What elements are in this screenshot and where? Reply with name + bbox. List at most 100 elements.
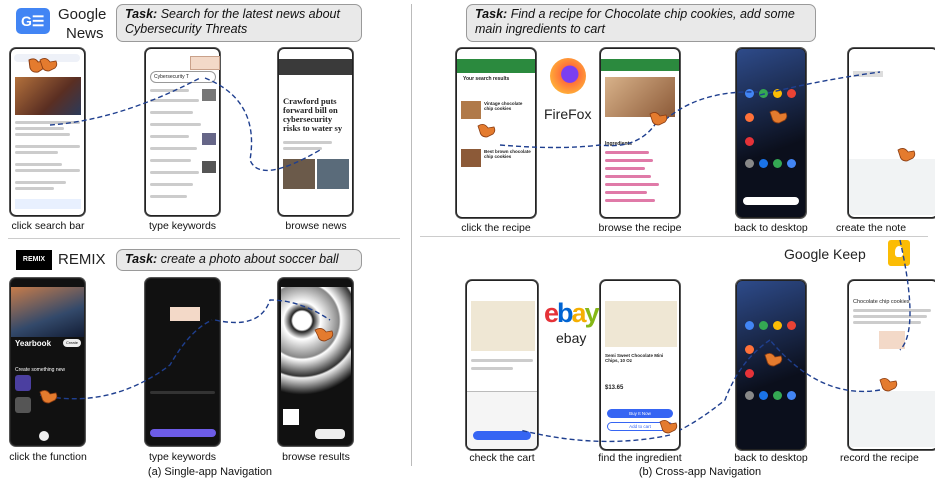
thumb <box>202 161 216 173</box>
cross-app-task-box: Task: Find a recipe for Chocolate chip c… <box>466 4 816 42</box>
task-label: Task: <box>125 252 158 266</box>
search-widget[interactable] <box>743 197 799 205</box>
tap-hand-icon <box>26 56 48 74</box>
remix-app-name: REMIX <box>58 251 106 268</box>
search-input[interactable]: Cybersecurity T <box>150 71 216 83</box>
photo <box>317 159 349 189</box>
add-icon[interactable] <box>39 431 49 441</box>
logo-letter: e <box>544 298 559 328</box>
google-news-app-name: Google <box>58 6 107 23</box>
section-title: Create something new <box>15 367 66 373</box>
gn-phone-article: Crawford puts forward bill on cybersecur… <box>278 48 353 216</box>
add-to-cart-button[interactable]: Add to cart <box>607 422 673 431</box>
task-label: Task: <box>475 7 508 21</box>
step-caption: browse the recipe <box>598 222 682 234</box>
results-header: Your search results <box>463 76 510 82</box>
ebay-phone-cart <box>466 280 538 450</box>
logo-letter: y <box>584 298 600 328</box>
ingredients-label: Ingredients <box>605 141 632 147</box>
ff-phone-recipe: Ingredients <box>600 48 680 218</box>
ebay-logo-icon: ebay <box>544 298 600 329</box>
create-button[interactable]: Create <box>63 339 81 347</box>
product-image <box>605 301 677 347</box>
function-card-icon[interactable] <box>15 375 31 391</box>
qr-code-icon <box>283 409 299 425</box>
step-caption: create the note <box>836 222 907 234</box>
ebay-app-name: ebay <box>556 330 587 346</box>
keyboard[interactable] <box>849 391 935 447</box>
keep-app-name: Google Keep <box>784 246 866 262</box>
recipe-thumb[interactable] <box>461 101 481 119</box>
step-caption: click the function <box>9 451 87 463</box>
caption-b: (b) Cross-app Navigation <box>638 466 762 478</box>
site-header <box>457 59 535 73</box>
product-price: $13.65 <box>605 385 624 391</box>
task-text: Find a recipe for Chocolate chip cookies… <box>475 7 795 36</box>
google-news-app-name-2: News <box>66 25 104 42</box>
logo-letter: b <box>557 298 573 328</box>
desktop-phone-2 <box>736 280 806 450</box>
recipe-title-2[interactable]: Best brown chocolate chip cookies <box>484 149 532 159</box>
function-card-icon[interactable] <box>15 397 31 413</box>
google-news-logo-letters: G☰ <box>21 13 45 29</box>
recipe-thumb[interactable] <box>461 149 481 167</box>
keep-phone-new <box>848 48 935 218</box>
step-caption: browse results <box>282 451 350 463</box>
step-caption: click search bar <box>11 220 85 232</box>
title-field <box>853 71 883 77</box>
site-header <box>601 59 679 71</box>
step-caption: click the recipe <box>461 222 531 234</box>
recipe-title-1[interactable]: Vintage chocolate chip cookies <box>484 101 532 111</box>
bottom-nav[interactable] <box>15 199 81 209</box>
keyboard-typing-highlight <box>190 56 220 70</box>
step-caption: back to desktop <box>734 452 808 464</box>
remix-phone-home: Yearbook Create Create something new <box>10 278 85 446</box>
gn-phone-search: Cybersecurity T <box>145 48 220 216</box>
hero-image <box>11 287 84 337</box>
cart-sheet <box>467 391 537 449</box>
generate-button[interactable] <box>150 429 216 437</box>
next-button[interactable] <box>315 429 345 439</box>
task-label: Task: <box>125 7 158 21</box>
firefox-logo-icon <box>550 58 586 94</box>
keyboard[interactable] <box>849 159 935 215</box>
photo <box>283 159 315 189</box>
thumb <box>202 89 216 101</box>
google-news-logo-icon: G☰ <box>16 8 50 34</box>
article-masthead <box>279 59 352 75</box>
step-caption: type keywords <box>148 451 217 463</box>
buy-now-button[interactable]: Buy It Now <box>607 409 673 418</box>
article-headline: Crawford puts forward bill on cybersecur… <box>283 96 343 133</box>
step-caption: find the ingredient <box>598 452 682 464</box>
step-caption: record the recipe <box>840 452 919 464</box>
google-news-task-box: Task: Search for the latest news about C… <box>116 4 362 42</box>
remix-phone-prompt <box>145 278 220 446</box>
view-cart-button[interactable] <box>473 431 531 440</box>
caption-a: (a) Single-app Navigation <box>147 466 273 478</box>
keep-phone-note: Chocolate chip cookies <box>848 280 935 450</box>
ff-phone-results: Your search results Vintage chocolate ch… <box>456 48 536 218</box>
step-caption: browse news <box>285 220 347 232</box>
remix-phone-results <box>278 278 353 446</box>
news-image <box>15 77 81 115</box>
thumb <box>202 133 216 145</box>
soccer-ball-image <box>281 287 351 399</box>
note-title[interactable]: Chocolate chip cookies <box>853 299 933 305</box>
keep-logo-icon <box>888 240 910 266</box>
ebay-phone-product: Semi Sweet Chocolate Mini Chips, 10 Oz $… <box>600 280 680 450</box>
remix-logo-icon: REMIX <box>16 250 52 270</box>
task-text: Search for the latest news about Cyberse… <box>125 7 340 36</box>
logo-letter: a <box>571 298 587 328</box>
prompt-highlight <box>170 307 200 321</box>
product-image <box>471 301 535 351</box>
desktop-phone-1 <box>736 48 806 218</box>
remix-task-box: Task: create a photo about soccer ball <box>116 249 362 271</box>
typing-highlight <box>879 331 905 349</box>
step-caption: type keywords <box>148 220 217 232</box>
product-title: Semi Sweet Chocolate Mini Chips, 10 Oz <box>605 353 664 363</box>
firefox-app-name: FireFox <box>544 106 592 122</box>
step-caption: check the cart <box>469 452 535 464</box>
screen-title: Yearbook <box>15 339 52 348</box>
recipe-photo <box>605 77 675 117</box>
step-caption: back to desktop <box>734 222 808 234</box>
